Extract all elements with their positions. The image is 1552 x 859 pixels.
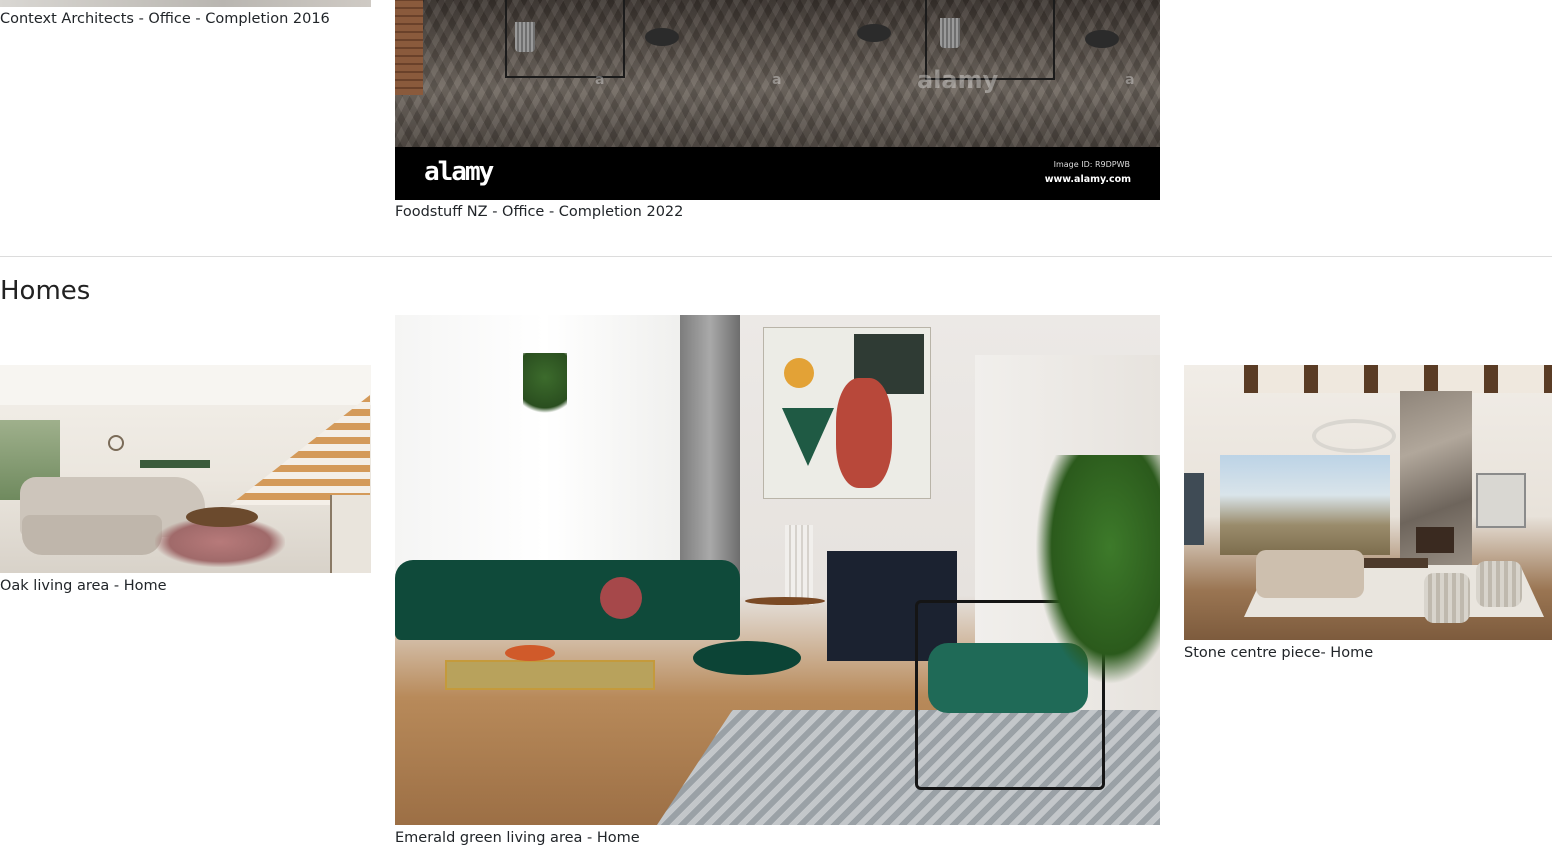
green-ottoman — [693, 641, 801, 675]
armchair — [1476, 561, 1522, 607]
watermark-mark: a — [772, 72, 782, 88]
office-image-foodstuff-nz[interactable]: a a alamy a alamy Image ID: R9DPWB www.a… — [395, 0, 1160, 200]
fruit-bowl — [505, 645, 555, 661]
watermark-banner: alamy Image ID: R9DPWB www.alamy.com — [395, 147, 1160, 200]
sofa — [1256, 550, 1364, 598]
ceiling-beams — [1244, 365, 1552, 393]
office-caption-foodstuff-nz: Foodstuff NZ - Office - Completion 2022 — [395, 204, 684, 220]
outdoor-view — [1220, 455, 1390, 555]
counter — [330, 495, 371, 573]
section-heading-homes: Homes — [0, 276, 91, 306]
watermark-mark: a — [595, 72, 605, 88]
home-caption-stone-centre-piece: Stone centre piece- Home — [1184, 645, 1374, 661]
wall-clock — [108, 435, 124, 451]
emerald-sofa — [395, 560, 740, 640]
brick-wall — [395, 0, 423, 95]
coffee-table — [1364, 558, 1428, 568]
coffee-table — [186, 507, 258, 527]
tv-screen — [140, 460, 210, 468]
potted-plant — [1035, 455, 1160, 685]
side-table — [745, 597, 825, 605]
staircase — [230, 395, 370, 505]
home-caption-oak-living-area: Oak living area - Home — [0, 578, 167, 594]
watermark-mark: alamy — [917, 66, 999, 94]
office-chair — [1085, 30, 1119, 48]
home-image-stone-centre-piece[interactable] — [1184, 365, 1552, 640]
wire-bin — [515, 22, 535, 52]
abstract-artwork — [763, 327, 931, 499]
gold-coffee-table — [445, 660, 655, 690]
office-image-context-architects[interactable] — [0, 0, 371, 7]
office-chair — [857, 24, 891, 42]
office-chair — [645, 28, 679, 46]
pink-cushion — [600, 577, 642, 619]
office-caption-context-architects: Context Architects - Office - Completion… — [0, 11, 330, 27]
radiator — [785, 525, 813, 605]
wire-bin — [940, 18, 960, 48]
mirror — [1476, 473, 1526, 528]
armchair — [1424, 573, 1470, 623]
ceiling — [0, 365, 371, 405]
home-caption-emerald-living-area: Emerald green living area - Home — [395, 830, 640, 846]
home-image-emerald-living-area[interactable] — [395, 315, 1160, 825]
alamy-logo: alamy — [424, 157, 494, 187]
fire-opening — [1416, 527, 1454, 553]
hanging-plant — [523, 353, 567, 423]
image-id-label: Image ID: R9DPWB — [1053, 160, 1130, 169]
section-divider — [0, 256, 1552, 257]
watermark-mark: a — [1125, 72, 1135, 88]
home-image-oak-living-area[interactable] — [0, 365, 371, 573]
site-url-label: www.alamy.com — [1044, 174, 1131, 185]
sofa-chaise — [22, 515, 162, 555]
chandelier — [1312, 419, 1396, 453]
wall-art — [1184, 473, 1204, 545]
